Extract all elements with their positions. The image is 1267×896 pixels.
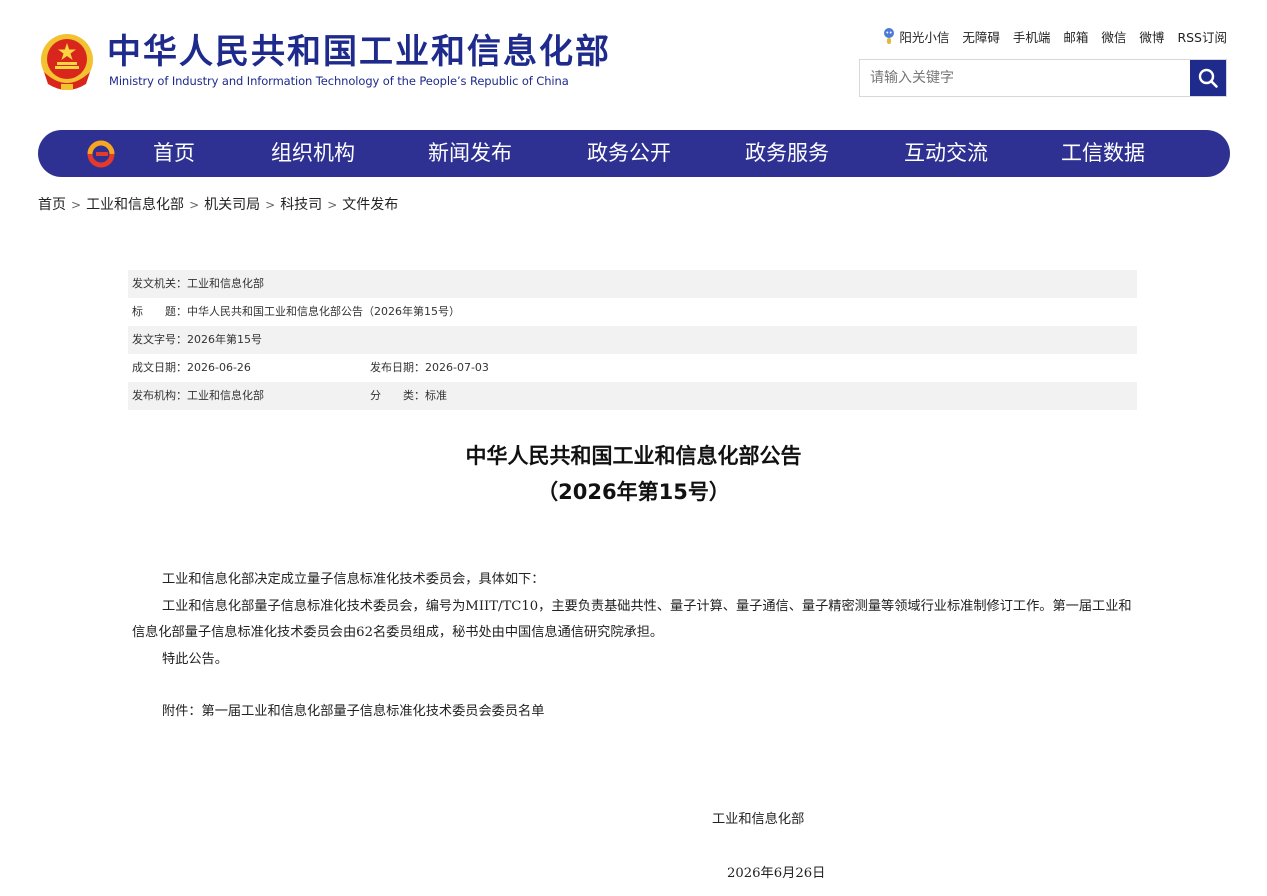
meta-category: 分 类：标准 bbox=[370, 389, 447, 402]
breadcrumb-separator: > bbox=[189, 198, 200, 212]
search-button[interactable] bbox=[1190, 60, 1226, 96]
breadcrumb-item[interactable]: 首页 bbox=[38, 195, 66, 215]
meta-doc-number: 发文字号：2026年第15号 bbox=[132, 333, 262, 346]
main-nav: 首页 组织机构 新闻发布 政务公开 政务服务 互动交流 工信数据 bbox=[38, 130, 1230, 177]
nav-home[interactable]: 首页 bbox=[153, 130, 195, 177]
article-paragraph: 工业和信息化部决定成立量子信息标准化技术委员会，具体如下： bbox=[162, 572, 545, 587]
nav-government-affairs[interactable]: 政务公开 bbox=[587, 130, 671, 177]
article-body: 工业和信息化部决定成立量子信息标准化技术委员会，具体如下： 工业和信息化部量子信… bbox=[132, 567, 1137, 726]
top-link-rss[interactable]: RSS订阅 bbox=[1177, 27, 1227, 46]
meta-row: 标 题：中华人民共和国工业和信息化部公告（2026年第15号） bbox=[128, 298, 1137, 326]
meta-issuer: 发文机关：工业和信息化部 bbox=[132, 277, 264, 290]
breadcrumb-item[interactable]: 文件发布 bbox=[342, 195, 398, 215]
national-emblem-icon bbox=[41, 34, 93, 90]
mascot-icon bbox=[884, 28, 895, 44]
search-icon bbox=[1198, 68, 1218, 88]
article-title: 中华人民共和国工业和信息化部公告 bbox=[465, 444, 802, 468]
site-title-english[interactable]: Ministry of Industry and Information Tec… bbox=[109, 74, 569, 88]
breadcrumb-separator: > bbox=[265, 198, 276, 212]
top-links: 阳光小信 无障碍 手机端 邮箱 微信 微博 RSS订阅 bbox=[883, 26, 1227, 46]
attachment-link[interactable]: 附件：第一届工业和信息化部量子信息标准化技术委员会委员名单 bbox=[132, 699, 1137, 726]
top-link-mail[interactable]: 邮箱 bbox=[1063, 27, 1088, 46]
breadcrumb-item[interactable]: 机关司局 bbox=[204, 195, 260, 215]
top-link-wechat[interactable]: 微信 bbox=[1101, 27, 1126, 46]
nav-interaction[interactable]: 互动交流 bbox=[904, 130, 988, 177]
meta-row: 发文机关：工业和信息化部 bbox=[128, 270, 1137, 298]
meta-publisher: 发布机构：工业和信息化部 bbox=[132, 389, 264, 402]
signature-org: 工业和信息化部 bbox=[712, 812, 805, 827]
breadcrumb-item[interactable]: 工业和信息化部 bbox=[86, 195, 184, 215]
top-link-label: 阳光小信 bbox=[899, 29, 950, 45]
nav-organization[interactable]: 组织机构 bbox=[271, 130, 355, 177]
ministry-logo-icon bbox=[87, 140, 115, 168]
meta-published-date: 发布日期：2026-07-03 bbox=[370, 361, 489, 374]
top-link-weibo[interactable]: 微博 bbox=[1139, 27, 1164, 46]
site-title[interactable]: 中华人民共和国工业和信息化部 bbox=[107, 30, 611, 74]
article-number: （2026年第15号） bbox=[537, 480, 730, 504]
signature-date: 2026年6月26日 bbox=[727, 866, 826, 881]
article-paragraph: 特此公告。 bbox=[162, 651, 228, 667]
search-input[interactable] bbox=[860, 60, 1190, 96]
top-link-accessibility[interactable]: 无障碍 bbox=[962, 27, 1000, 46]
document-meta-table: 发文机关：工业和信息化部 标 题：中华人民共和国工业和信息化部公告（2026年第… bbox=[128, 270, 1137, 410]
meta-title: 标 题：中华人民共和国工业和信息化部公告（2026年第15号） bbox=[132, 305, 460, 318]
nav-government-services[interactable]: 政务服务 bbox=[745, 130, 829, 177]
meta-row: 发文字号：2026年第15号 bbox=[128, 326, 1137, 354]
breadcrumb-item[interactable]: 科技司 bbox=[280, 195, 322, 215]
meta-row: 成文日期：2026-06-26 发布日期：2026-07-03 bbox=[128, 354, 1137, 382]
breadcrumb-separator: > bbox=[71, 198, 82, 212]
breadcrumb-separator: > bbox=[327, 198, 338, 212]
article-paragraph: 工业和信息化部量子信息标准化技术委员会，编号为MIIT/TC10，主要负责基础共… bbox=[132, 598, 1132, 641]
meta-row: 发布机构：工业和信息化部 分 类：标准 bbox=[128, 382, 1137, 410]
top-link-mobile[interactable]: 手机端 bbox=[1013, 27, 1051, 46]
breadcrumb: 首页 > 工业和信息化部 > 机关司局 > 科技司 > 文件发布 bbox=[38, 195, 398, 215]
nav-data[interactable]: 工信数据 bbox=[1061, 130, 1145, 177]
meta-created-date: 成文日期：2026-06-26 bbox=[132, 361, 251, 374]
search-box bbox=[859, 59, 1227, 97]
nav-news[interactable]: 新闻发布 bbox=[428, 130, 512, 177]
top-link-sunshine[interactable]: 阳光小信 bbox=[883, 27, 949, 46]
